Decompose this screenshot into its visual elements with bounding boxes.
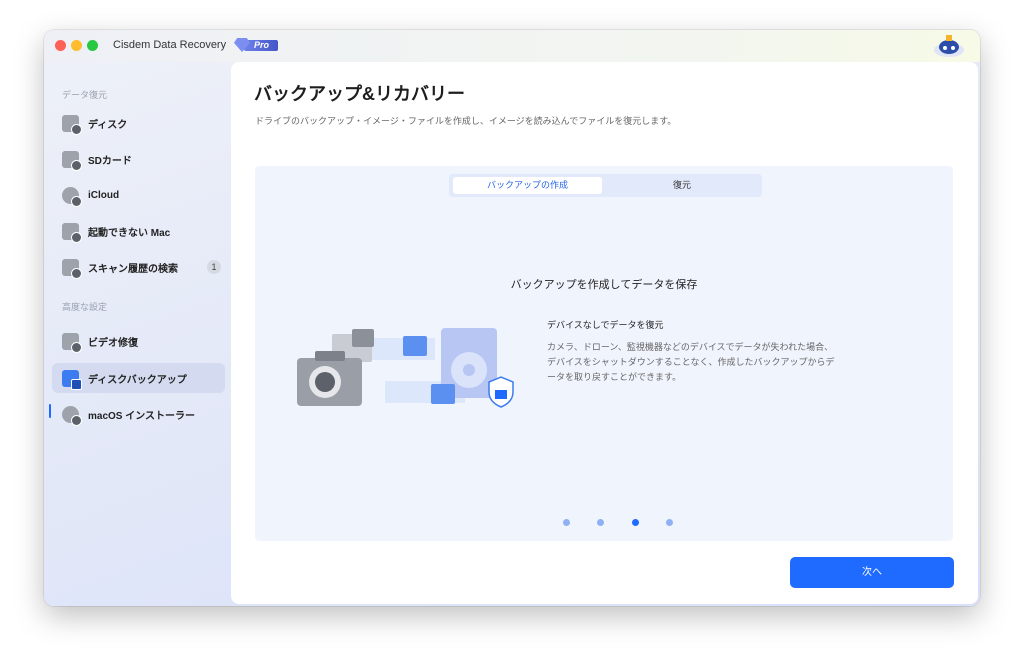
icloud-icon [62, 186, 82, 207]
sidebar-section-advanced: 高度な設定 [62, 302, 108, 312]
sidebar-item-disk-backup[interactable]: ディスクバックアップ [52, 363, 225, 393]
sidebar-item-unbootable-mac[interactable]: 起動できない Mac [52, 216, 225, 246]
feature-card: バックアップの作成 復元 バックアップを作成してデータを保存 デバイスなしでデー… [255, 166, 953, 541]
sidebar-item-icloud[interactable]: iCloud [52, 180, 225, 210]
sidebar-item-label: macOS インストーラー [88, 410, 196, 422]
sidebar-item-label: ディスクバックアップ [88, 374, 187, 386]
app-title: Cisdem Data Recovery [113, 39, 227, 51]
sidebar-item-video-repair[interactable]: ビデオ修復 [52, 326, 225, 356]
close-button[interactable] [55, 40, 66, 51]
sidebar-item-label: iCloud [88, 189, 120, 201]
page-title: バックアップ&リカバリー [254, 84, 465, 104]
video-repair-icon [62, 332, 82, 353]
sidebar-item-sd-card[interactable]: SDカード [52, 144, 225, 174]
sidebar-section-data-recovery: データ復元 [62, 90, 108, 100]
apple-installer-icon [62, 405, 82, 426]
feature-title: デバイスなしでデータを復元 [547, 320, 664, 330]
scan-history-icon [62, 258, 82, 279]
pro-badge[interactable]: Pro [234, 38, 278, 52]
segmented-tabs: バックアップの作成 復元 [449, 174, 762, 197]
carousel-dot[interactable] [597, 519, 604, 526]
cloud-mascot-icon[interactable] [932, 32, 966, 58]
minimize-button[interactable] [71, 40, 82, 51]
disk-backup-icon [62, 369, 82, 390]
page-subtitle: ドライブのバックアップ・イメージ・ファイルを作成し、イメージを読み込んでファイル… [255, 116, 677, 126]
sidebar-item-label: ビデオ修復 [88, 337, 138, 349]
sidebar-item-label: ディスク [88, 119, 128, 131]
feature-description: カメラ、ドローン、監視機器などのデバイスでデータが失われた場合、デバイスをシャッ… [547, 342, 835, 382]
active-indicator [49, 404, 51, 418]
unbootable-mac-icon [62, 222, 82, 243]
next-button[interactable]: 次へ [790, 557, 954, 588]
zoom-button[interactable] [87, 40, 98, 51]
disk-icon [62, 114, 82, 135]
carousel-dot-active[interactable] [632, 519, 639, 526]
main-panel: バックアップ&リカバリー ドライブのバックアップ・イメージ・ファイルを作成し、イ… [231, 62, 978, 604]
sidebar-item-macos-installer[interactable]: macOS インストーラー [52, 399, 225, 429]
card-title: バックアップを作成してデータを保存 [510, 279, 698, 291]
sd-card-icon [62, 150, 82, 171]
sidebar-item-scan-history[interactable]: スキャン履歴の検索 1 [52, 252, 225, 282]
tab-create-backup[interactable]: バックアップの作成 [453, 177, 602, 194]
sidebar-item-disk[interactable]: ディスク [52, 108, 225, 138]
count-badge: 1 [207, 260, 221, 274]
carousel-dot[interactable] [666, 519, 673, 526]
app-window: Cisdem Data Recovery Pro データ復元 ディスク SDカー… [44, 30, 980, 606]
tab-restore[interactable]: 復元 [607, 177, 757, 194]
sidebar-item-label: 起動できない Mac [88, 227, 171, 239]
title-bar: Cisdem Data Recovery Pro [44, 30, 980, 62]
camera-backup-illustration [297, 328, 514, 408]
sidebar-item-label: SDカード [88, 155, 132, 167]
carousel-dot[interactable] [563, 519, 570, 526]
sidebar-item-label: スキャン履歴の検索 [88, 263, 178, 275]
